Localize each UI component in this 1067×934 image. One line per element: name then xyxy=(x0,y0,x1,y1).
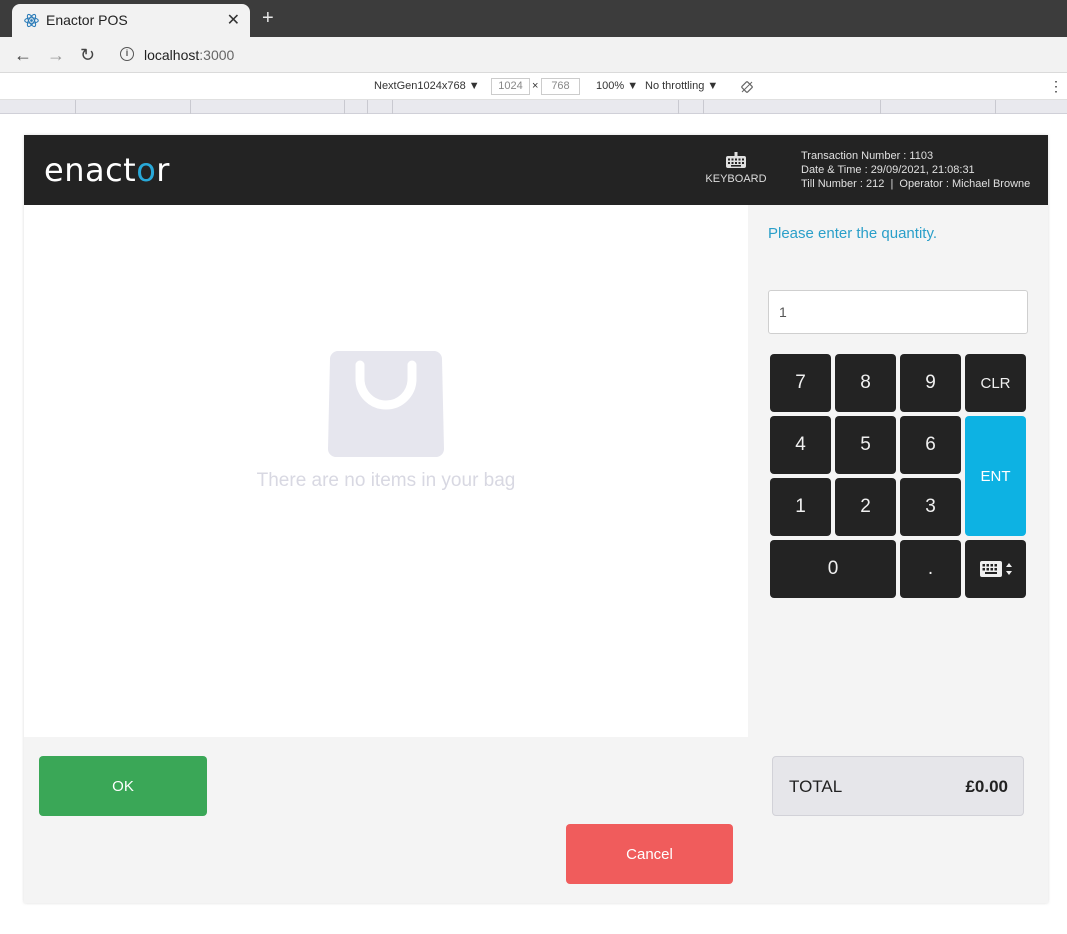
enactor-logo: enactor xyxy=(44,151,170,189)
zoom-select[interactable]: 100% ▼ xyxy=(596,80,638,92)
app-header: enactor KEYBOARD Transaction Number : 11… xyxy=(24,135,1048,205)
logo-part: r xyxy=(156,151,170,189)
tab-title: Enactor POS xyxy=(46,12,128,28)
url-host: localhost xyxy=(144,47,200,63)
logo-o: o xyxy=(136,151,157,189)
device-select[interactable]: NextGen1024x768 ▼ xyxy=(374,80,480,92)
new-tab-button[interactable]: + xyxy=(262,7,274,30)
key-4[interactable]: 4 xyxy=(770,416,831,474)
key-0[interactable]: 0 xyxy=(770,540,896,598)
url-field[interactable]: i localhost:3000 xyxy=(110,40,1060,70)
throttling-select[interactable]: No throttling ▼ xyxy=(645,80,718,92)
keyboard-toggle-icon xyxy=(979,561,1012,577)
basket-panel: There are no items in your bag xyxy=(24,205,748,737)
quantity-input[interactable] xyxy=(768,290,1028,334)
url-text: localhost:3000 xyxy=(144,47,234,63)
key-9[interactable]: 9 xyxy=(900,354,961,412)
key-6[interactable]: 6 xyxy=(900,416,961,474)
media-query-ruler xyxy=(0,100,1067,114)
react-favicon-icon xyxy=(24,13,39,28)
key-5[interactable]: 5 xyxy=(835,416,896,474)
total-value: £0.00 xyxy=(965,777,1008,796)
ok-button[interactable]: OK xyxy=(39,756,207,816)
decimal-key[interactable]: . xyxy=(900,540,961,598)
device-width-input[interactable]: 1024 xyxy=(491,78,530,95)
reload-button[interactable]: ↻ xyxy=(80,45,95,66)
keyboard-label: KEYBOARD xyxy=(705,173,767,185)
till-operator: Till Number : 212 | Operator : Michael B… xyxy=(801,178,1031,190)
devtools-menu-icon[interactable]: ⋮ xyxy=(1049,78,1063,95)
key-2[interactable]: 2 xyxy=(835,478,896,536)
site-info-icon[interactable]: i xyxy=(120,47,134,61)
url-port: :3000 xyxy=(199,47,235,63)
enter-key[interactable]: ENT xyxy=(965,416,1026,536)
pos-app: enactor KEYBOARD Transaction Number : 11… xyxy=(24,135,1048,903)
keyboard-button[interactable]: KEYBOARD xyxy=(704,151,768,195)
entry-prompt: Please enter the quantity. xyxy=(768,225,937,242)
key-1[interactable]: 1 xyxy=(770,478,831,536)
browser-tab-bar: Enactor POS ✕ + xyxy=(0,0,1067,37)
empty-basket-message: There are no items in your bag xyxy=(256,470,516,491)
key-7[interactable]: 7 xyxy=(770,354,831,412)
key-3[interactable]: 3 xyxy=(900,478,961,536)
transaction-number: Transaction Number : 1103 xyxy=(801,150,934,162)
rotate-icon[interactable] xyxy=(741,81,753,93)
logo-part: enact xyxy=(44,151,137,189)
device-height-input[interactable]: 768 xyxy=(541,78,580,95)
keyboard-toggle-key[interactable] xyxy=(965,540,1026,598)
key-8[interactable]: 8 xyxy=(835,354,896,412)
device-toolbar: NextGen1024x768 ▼ 1024 × 768 100% ▼ No t… xyxy=(0,74,1067,100)
address-bar: ← → ↻ i localhost:3000 xyxy=(0,37,1067,73)
back-button[interactable]: ← xyxy=(14,45,32,66)
tab-close-icon[interactable]: ✕ xyxy=(227,10,240,30)
shopping-bag-icon xyxy=(328,351,444,457)
browser-tab[interactable]: Enactor POS ✕ xyxy=(12,4,250,37)
cancel-button[interactable]: Cancel xyxy=(566,824,733,884)
transaction-info: Transaction Number : 1103 Date & Time : … xyxy=(801,149,1030,191)
total-panel: TOTAL £0.00 xyxy=(772,756,1024,816)
date-time: Date & Time : 29/09/2021, 21:08:31 xyxy=(801,164,975,176)
dimension-separator: × xyxy=(532,80,539,92)
keyboard-icon xyxy=(726,152,746,168)
forward-button[interactable]: → xyxy=(47,45,65,66)
total-label: TOTAL xyxy=(789,777,843,796)
clear-key[interactable]: CLR xyxy=(965,354,1026,412)
